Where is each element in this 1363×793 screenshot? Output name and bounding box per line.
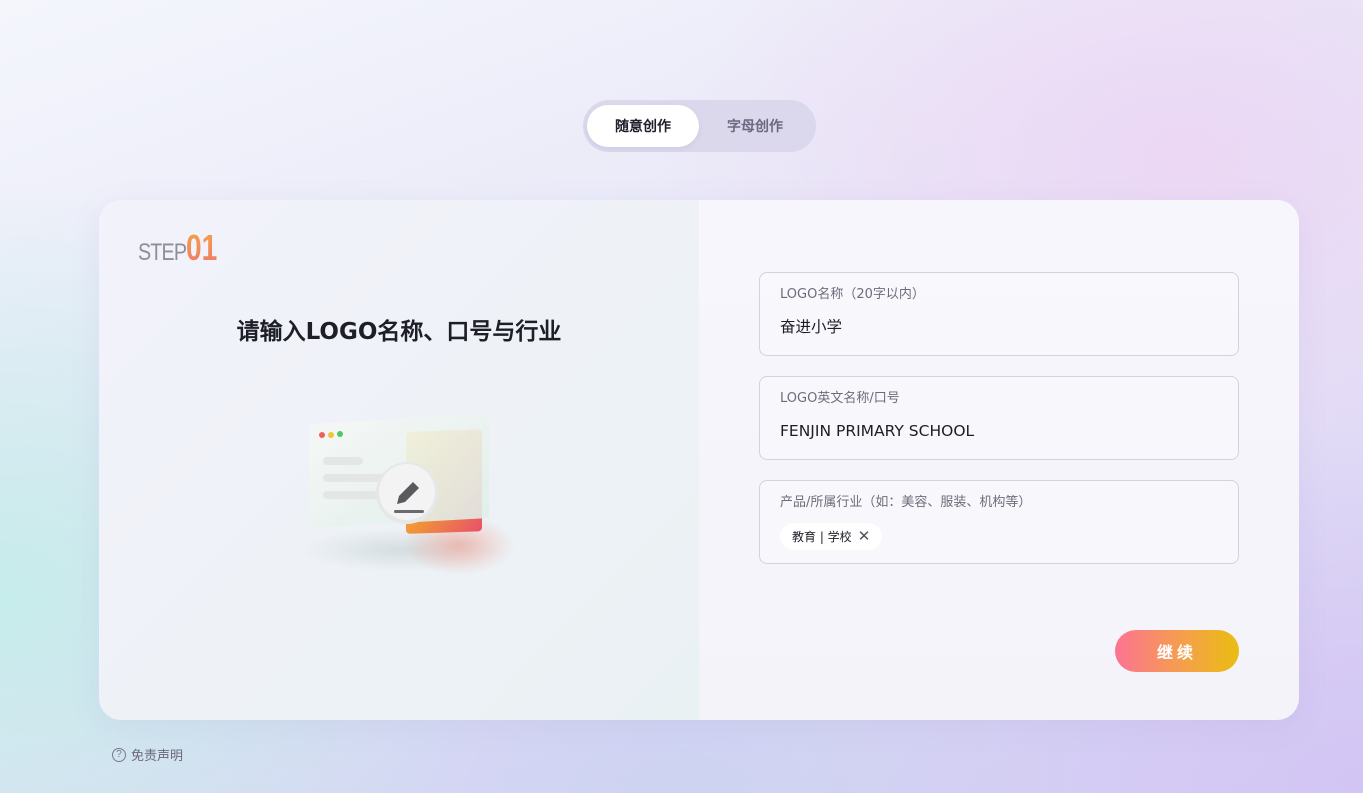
page-title: 请输入LOGO名称、口号与行业: [236, 319, 562, 345]
step-word: STEP: [138, 239, 187, 266]
logo-slogan-field[interactable]: LOGO英文名称/口号 FENJIN PRIMARY SCHOOL: [759, 376, 1239, 460]
logo-name-label: LOGO名称（20字以内）: [780, 287, 925, 302]
mode-toggle: 随意创作 字母创作: [583, 100, 816, 152]
industry-tag: 教育 | 学校 ✕: [780, 523, 883, 550]
industry-tag-label: 教育 | 学校: [792, 530, 852, 544]
step-badge: STEP 01: [138, 230, 226, 266]
industry-field[interactable]: 产品/所属行业（如：美容、服装、机构等） 教育 | 学校 ✕: [759, 480, 1239, 564]
edit-document-illustration: [301, 414, 514, 575]
step-card: STEP 01 请输入LOGO名称、口号与行业 LOGO名称（20字以内） 奋进…: [99, 200, 1299, 720]
disclaimer-link[interactable]: ? 免责声明: [112, 745, 183, 764]
disclaimer-label: 免责声明: [131, 749, 184, 764]
logo-slogan-label: LOGO英文名称/口号: [780, 391, 900, 406]
step-number: 01: [186, 227, 218, 268]
tab-letter-creation[interactable]: 字母创作: [699, 105, 811, 147]
logo-name-field[interactable]: LOGO名称（20字以内） 奋进小学: [759, 272, 1239, 356]
help-circle-icon: ?: [112, 747, 126, 762]
logo-name-value[interactable]: 奋进小学: [780, 317, 1218, 337]
logo-slogan-value[interactable]: FENJIN PRIMARY SCHOOL: [780, 421, 1218, 441]
card-right-panel: LOGO名称（20字以内） 奋进小学 LOGO英文名称/口号 FENJIN PR…: [699, 200, 1299, 720]
card-left-panel: STEP 01 请输入LOGO名称、口号与行业: [99, 200, 699, 720]
tab-free-creation[interactable]: 随意创作: [587, 105, 699, 147]
industry-label: 产品/所属行业（如：美容、服装、机构等）: [780, 495, 1032, 510]
continue-button[interactable]: 继续: [1115, 630, 1239, 672]
close-icon[interactable]: ✕: [858, 529, 871, 544]
